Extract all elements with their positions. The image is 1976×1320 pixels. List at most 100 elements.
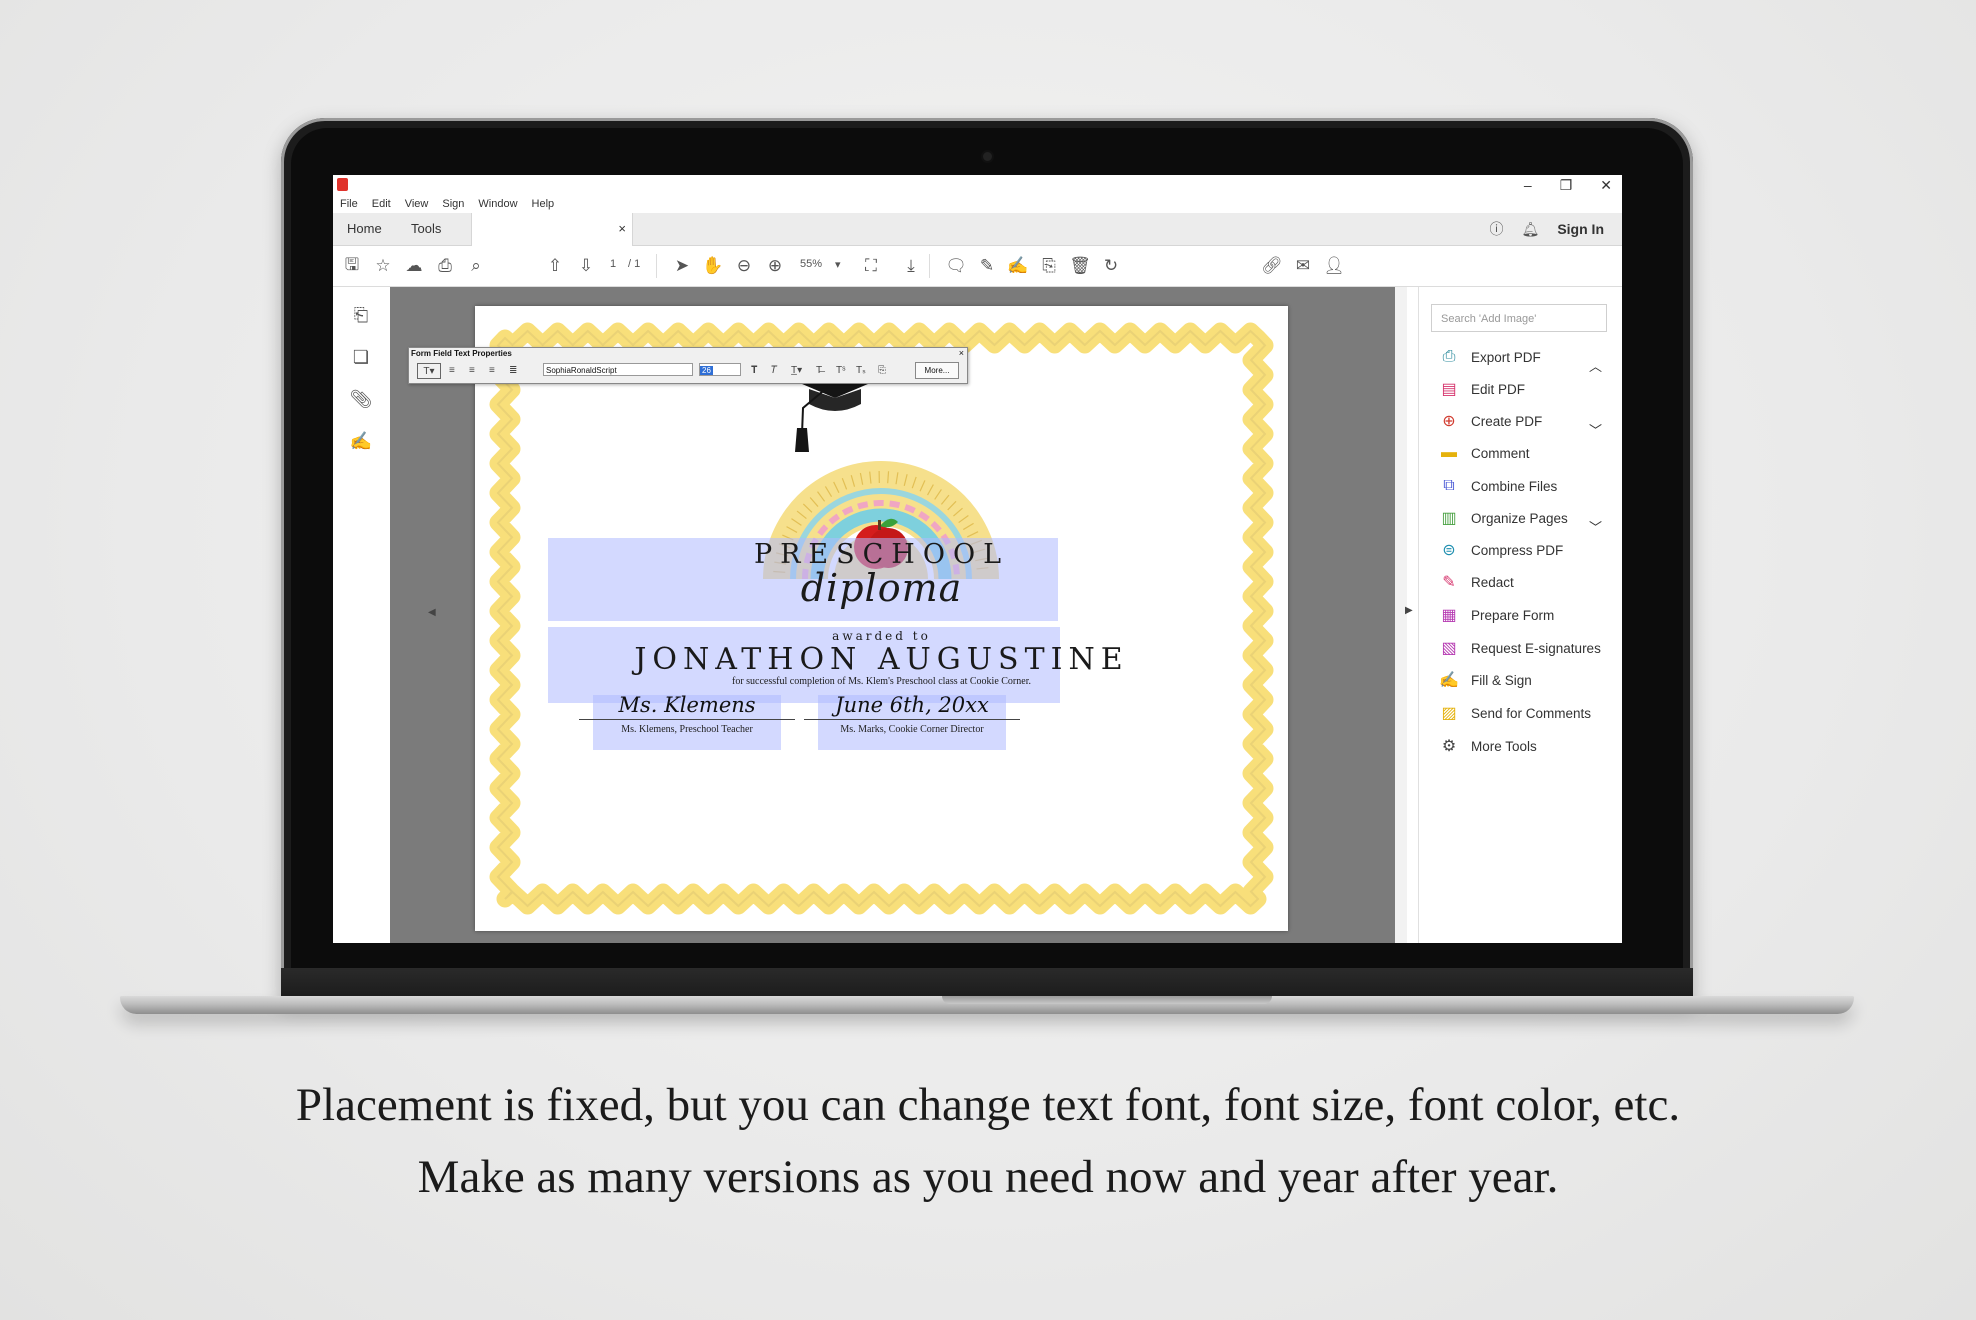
tool-comment[interactable]: ▬ Comment <box>1439 441 1530 465</box>
chevron-down-icon[interactable]: ﹀ <box>1589 420 1602 439</box>
sign-pen-icon[interactable]: ✍ <box>1007 255 1029 277</box>
tab-document[interactable]: × <box>471 213 633 246</box>
menu-file[interactable]: File <box>340 198 358 210</box>
chevron-down-icon[interactable]: ﹀ <box>1589 517 1602 536</box>
menu-edit[interactable]: Edit <box>372 198 391 210</box>
italic-icon[interactable]: 𝑇 <box>771 363 777 377</box>
sign-in-button[interactable]: Sign In <box>1557 221 1604 237</box>
tool-label: Send for Comments <box>1471 705 1592 721</box>
tool-request-esignatures[interactable]: ▧ Request E-signatures <box>1439 636 1601 660</box>
page-thumbnails-icon[interactable]: ⎗ <box>349 303 373 327</box>
tab-tools[interactable]: Tools <box>411 213 441 245</box>
zoom-in-icon[interactable]: ⊕ <box>764 255 786 277</box>
collapse-left-icon[interactable]: ◀ <box>428 607 436 618</box>
close-window-icon[interactable]: ✕ <box>1600 177 1612 194</box>
menu-help[interactable]: Help <box>532 198 555 210</box>
more-button[interactable]: More... <box>915 362 959 379</box>
tool-more-tools[interactable]: ⚙ More Tools <box>1439 734 1537 758</box>
menu-sign[interactable]: Sign <box>442 198 464 210</box>
tool-label: Fill & Sign <box>1471 672 1532 688</box>
search-zoom-icon[interactable]: ⌕ <box>465 255 487 277</box>
delete-icon[interactable]: 🗑︎ <box>1069 255 1091 277</box>
properties-close-icon[interactable]: × <box>959 348 964 358</box>
fit-page-icon[interactable]: ⛶ <box>860 255 882 277</box>
pdf-page: PRESCHOOL diploma awarded to JONATHON AU… <box>475 306 1288 931</box>
subscript-icon[interactable]: Tₛ <box>856 363 866 377</box>
tools-search-input[interactable]: Search 'Add Image' <box>1431 304 1607 332</box>
laptop-notch <box>942 996 1272 1004</box>
font-size-input[interactable]: 26 <box>699 363 741 376</box>
star-icon[interactable]: ☆ <box>372 255 394 277</box>
superscript-icon[interactable]: Tˢ <box>836 363 846 377</box>
completion-line: for successful completion of Ms. Klem's … <box>732 676 1031 687</box>
font-select[interactable]: SophiaRonaldScript <box>543 363 693 376</box>
restore-icon[interactable]: ❐ <box>1560 177 1573 194</box>
edit-pdf-icon: ▤ <box>1441 381 1457 398</box>
tool-label: Request E-signatures <box>1471 640 1601 656</box>
tool-redact[interactable]: ✎ Redact <box>1439 570 1514 594</box>
menu-window[interactable]: Window <box>478 198 517 210</box>
caption-line-2: Make as many versions as you need now an… <box>417 1151 1559 1203</box>
tool-prepare-form[interactable]: ▦ Prepare Form <box>1439 603 1554 627</box>
minimize-icon[interactable]: – <box>1524 177 1532 193</box>
zoom-out-icon[interactable]: ⊖ <box>733 255 755 277</box>
tab-home[interactable]: Home <box>347 213 382 245</box>
tool-export-pdf[interactable]: ⎙ Export PDF <box>1439 345 1541 369</box>
organize-pages-icon: ▥ <box>1441 510 1457 527</box>
page-number-input[interactable]: 1 <box>610 258 616 270</box>
attachment-icon[interactable]: 📎︎ <box>349 387 373 411</box>
bell-icon[interactable]: 🔔︎ <box>1522 221 1540 238</box>
tool-fill-sign[interactable]: ✍ Fill & Sign <box>1439 668 1532 692</box>
stamp-icon[interactable]: ⎘ <box>1038 255 1060 277</box>
left-signature-role: Ms. Klemens, Preschool Teacher <box>621 724 753 735</box>
rotate-icon[interactable]: ↻ <box>1100 255 1122 277</box>
tool-compress-pdf[interactable]: ⊜ Compress PDF <box>1439 538 1563 562</box>
tool-label: Redact <box>1471 574 1514 590</box>
left-signature-name: Ms. Klemens <box>618 693 756 717</box>
tools-panel: Search 'Add Image' ⎙ Export PDF ▤ Edit PDF ⊕… <box>1418 287 1622 943</box>
tool-edit-pdf[interactable]: ▤ Edit PDF <box>1439 377 1525 401</box>
select-cursor-icon[interactable]: ➤ <box>671 255 693 277</box>
next-page-icon[interactable]: ⇩ <box>575 255 597 277</box>
align-justify-icon[interactable]: ≣ <box>509 363 517 377</box>
account-share-icon[interactable]: 👤︎ <box>1323 255 1345 277</box>
tool-create-pdf[interactable]: ⊕ Create PDF <box>1439 409 1542 433</box>
underline-icon[interactable]: T̲▾ <box>791 363 802 377</box>
help-icon[interactable]: ⓘ <box>1490 219 1504 239</box>
tool-label: Organize Pages <box>1471 510 1568 526</box>
tool-combine-files[interactable]: ⧉ Combine Files <box>1439 474 1557 498</box>
collapse-right-icon[interactable]: ▶ <box>1405 605 1413 616</box>
menu-view[interactable]: View <box>405 198 429 210</box>
zoom-dropdown-icon[interactable]: ▾ <box>835 258 841 271</box>
prev-page-icon[interactable]: ⇧ <box>544 255 566 277</box>
tool-label: Compress PDF <box>1471 542 1564 558</box>
tool-label: Prepare Form <box>1471 607 1555 623</box>
tool-label: Export PDF <box>1471 349 1541 365</box>
align-left-icon[interactable]: ≡ <box>449 363 455 377</box>
tab-close-icon[interactable]: × <box>618 213 626 245</box>
signature-icon[interactable]: ✍ <box>349 429 373 453</box>
strikethrough-icon[interactable]: T̶ <box>816 363 822 377</box>
fill-sign-icon: ✍ <box>1439 672 1459 689</box>
scroll-mode-icon[interactable]: ⤓ <box>900 255 922 277</box>
text-color-icon[interactable]: T▾ <box>417 363 441 379</box>
zoom-level-select[interactable]: 55% <box>800 258 822 270</box>
email-icon[interactable]: ✉ <box>1292 255 1314 277</box>
link-icon[interactable]: ⎘ <box>878 363 886 377</box>
upload-cloud-icon[interactable]: ☁ <box>403 255 425 277</box>
link-share-icon[interactable]: 🔗︎ <box>1261 255 1283 277</box>
tool-send-comments[interactable]: ▨ Send for Comments <box>1439 701 1591 725</box>
comment-icon[interactable]: 🗨︎ <box>945 255 967 277</box>
copy-pages-icon[interactable]: ❏ <box>349 345 373 369</box>
highlight-pen-icon[interactable]: ✎ <box>976 255 998 277</box>
properties-controls: T▾ ≡ ≡ ≡ ≣ SophiaRonaldScript 26 𝐓 𝑇 T̲▾… <box>413 360 963 380</box>
chevron-up-icon[interactable]: ︿ <box>1589 356 1602 375</box>
bold-icon[interactable]: 𝐓 <box>751 363 757 377</box>
align-right-icon[interactable]: ≡ <box>489 363 495 377</box>
print-icon[interactable]: ⎙ <box>434 255 456 277</box>
save-icon[interactable]: 🖫 <box>341 255 363 277</box>
hand-tool-icon[interactable]: ✋ <box>702 255 724 277</box>
tool-organize-pages[interactable]: ▥ Organize Pages <box>1439 506 1568 530</box>
align-center-icon[interactable]: ≡ <box>469 363 475 377</box>
send-comments-icon: ▨ <box>1441 705 1457 722</box>
